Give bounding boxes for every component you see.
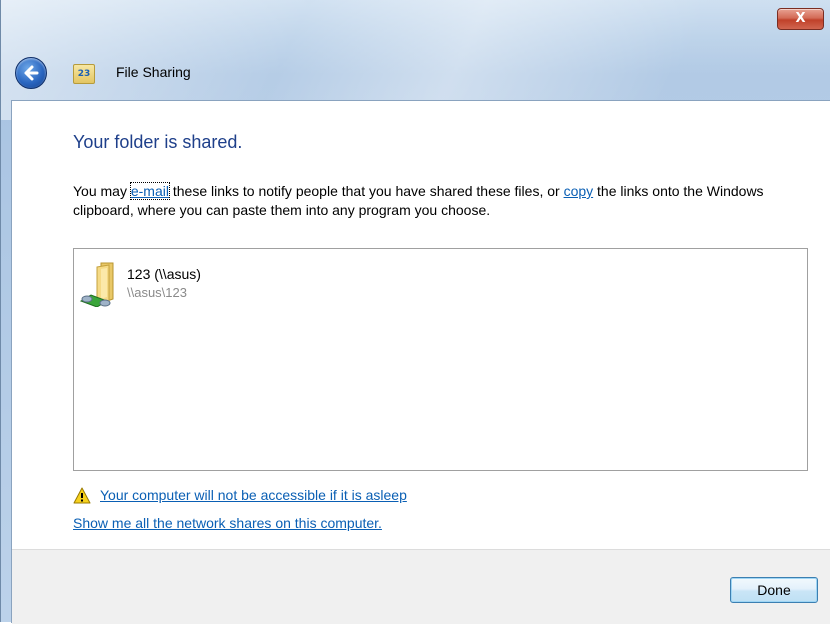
desc-text-1: You may [73,183,131,199]
shared-folder-icon [79,262,114,307]
back-button[interactable] [15,57,47,89]
copy-link[interactable]: copy [564,183,594,199]
window-frame: X 23 File Sharing Your folder is shared.… [0,0,830,624]
sleep-warning-link[interactable]: Your computer will not be accessible if … [100,487,407,503]
back-arrow-icon [24,65,39,81]
file-sharing-icon: 23 [73,64,95,84]
done-button[interactable]: Done [730,577,818,603]
dialog-footer: Done [12,549,830,624]
window-title: File Sharing [116,64,191,80]
share-name: 123 (\\asus) [127,266,201,282]
warning-icon [73,487,91,504]
share-path: \\asus\123 [127,285,187,300]
instructions-text: You may e-mail these links to notify peo… [73,182,793,220]
show-network-shares-link[interactable]: Show me all the network shares on this c… [73,515,382,531]
list-item[interactable]: 123 (\\asus) \\asus\123 [79,261,279,307]
page-heading: Your folder is shared. [73,132,243,152]
shared-items-list[interactable]: 123 (\\asus) \\asus\123 [73,248,808,471]
desc-text-2: these links to notify people that you ha… [168,183,564,199]
close-button[interactable]: X [777,8,824,30]
email-link[interactable]: e-mail [129,182,170,200]
dialog-content: Your folder is shared. You may e-mail th… [11,100,830,624]
